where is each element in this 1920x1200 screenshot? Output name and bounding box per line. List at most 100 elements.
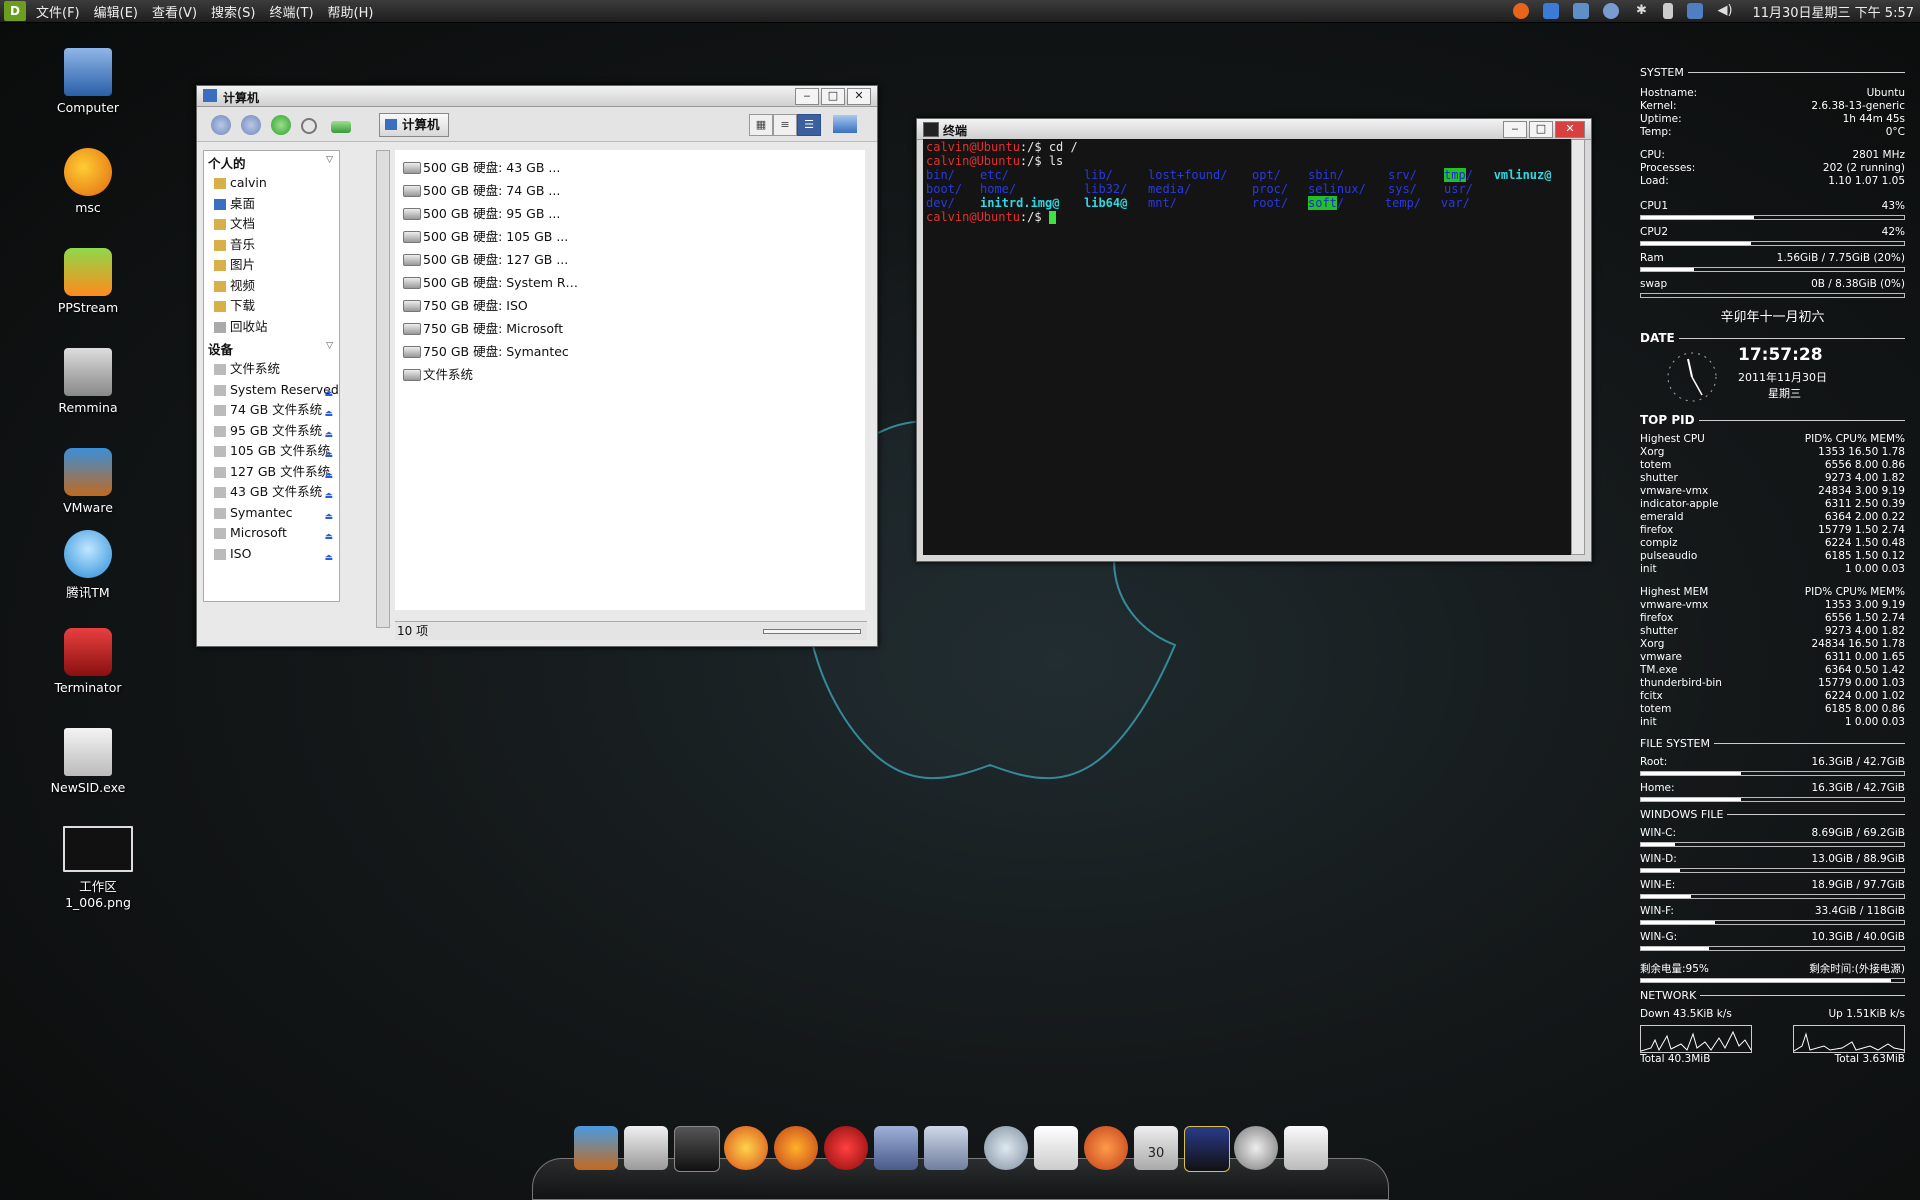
- calendar-icon[interactable]: 30: [1134, 1126, 1178, 1170]
- document-icon[interactable]: [1034, 1126, 1078, 1170]
- search-icon[interactable]: [984, 1126, 1028, 1170]
- terminal-icon[interactable]: [674, 1126, 720, 1172]
- sidebar-item-desktop[interactable]: 桌面: [204, 194, 339, 215]
- sidebar-item-videos[interactable]: 视频: [204, 276, 339, 297]
- sidebar-header-personal[interactable]: 个人的 ▽: [204, 151, 339, 173]
- flame-icon[interactable]: [724, 1126, 768, 1170]
- eject-icon[interactable]: ⏏: [324, 548, 333, 568]
- sidebar-item-documents[interactable]: 文档: [204, 214, 339, 235]
- firefox-tray-icon[interactable]: [1513, 3, 1530, 19]
- zoom-slider[interactable]: [763, 629, 861, 634]
- desktop-icon-ppstream[interactable]: PPStream: [38, 248, 138, 315]
- menu-edit[interactable]: 编辑(E): [94, 2, 138, 21]
- list-item[interactable]: 500 GB 硬盘: 74 GB ...: [395, 179, 865, 202]
- clock[interactable]: 11月30日星期三 下午 5:57: [1752, 2, 1914, 21]
- list-item[interactable]: 750 GB 硬盘: Microsoft: [395, 317, 865, 340]
- chevron-down-icon[interactable]: ▽: [326, 155, 333, 165]
- sidebar-item-trash[interactable]: 回收站: [204, 317, 339, 338]
- app-logo-icon[interactable]: D: [4, 1, 26, 21]
- list-view-button[interactable]: ≡: [773, 114, 797, 136]
- sidebar-item-device[interactable]: Microsoft ⏏: [204, 523, 339, 544]
- tools-icon[interactable]: [924, 1126, 968, 1170]
- back-icon[interactable]: [211, 115, 231, 135]
- sidebar-scrollbar[interactable]: [376, 150, 390, 628]
- ubuntu-icon[interactable]: [1084, 1126, 1128, 1170]
- sidebar-item-device[interactable]: 95 GB 文件系统 ⏏: [204, 421, 339, 442]
- sidebar-item-device[interactable]: 105 GB 文件系统 ⏏: [204, 441, 339, 462]
- terminal-scrollbar[interactable]: [1571, 139, 1585, 555]
- list-item[interactable]: 500 GB 硬盘: 95 GB ...: [395, 202, 865, 225]
- computer-icon[interactable]: [833, 115, 857, 133]
- desktop-icon-newsid[interactable]: NewSID.exe: [38, 728, 138, 795]
- location-button[interactable]: 计算机: [379, 113, 449, 137]
- list-item[interactable]: 500 GB 硬盘: 43 GB ...: [395, 156, 865, 179]
- sidebar-item-device[interactable]: 127 GB 文件系统 ⏏: [204, 462, 339, 483]
- mail-icon[interactable]: [1284, 1126, 1328, 1170]
- desktop-icon-computer[interactable]: Computer: [38, 48, 138, 115]
- power-tray-icon[interactable]: [1663, 3, 1674, 19]
- stat-row: swap 0B / 8.38GiB (0%): [1640, 278, 1905, 290]
- network-tray-icon[interactable]: [1573, 3, 1590, 19]
- search-icon[interactable]: [301, 118, 317, 134]
- table-row: vmware-vmx 1353 3.00 9.19: [1640, 599, 1905, 611]
- sidebar-item-device[interactable]: 文件系统: [204, 359, 339, 380]
- maximize-button[interactable]: □: [1529, 121, 1553, 138]
- sidebar-item-device[interactable]: System Reserved ⏏: [204, 380, 339, 401]
- menu-view[interactable]: 查看(V): [152, 2, 197, 21]
- list-item[interactable]: 500 GB 硬盘: 127 GB ...: [395, 248, 865, 271]
- desktop-icon-remmina[interactable]: Remmina: [38, 348, 138, 415]
- terminal-output[interactable]: calvin@Ubuntu:/$ cd / calvin@Ubuntu:/$ l…: [923, 139, 1573, 555]
- power-icon[interactable]: [1234, 1126, 1278, 1170]
- icon-view-button[interactable]: ▦: [749, 114, 773, 136]
- go-icon[interactable]: [331, 121, 351, 133]
- list-item[interactable]: 500 GB 硬盘: 105 GB ...: [395, 225, 865, 248]
- vmware-icon[interactable]: [574, 1126, 618, 1170]
- desktop-icon-tm[interactable]: 腾讯TM: [38, 530, 138, 601]
- firefox-icon[interactable]: [774, 1126, 818, 1170]
- minimize-button[interactable]: ‒: [795, 88, 819, 105]
- menu-help[interactable]: 帮助(H): [328, 2, 374, 21]
- cpu-ram-monitor-icon[interactable]: [1184, 1126, 1230, 1172]
- sidebar-item-device[interactable]: Symantec ⏏: [204, 503, 339, 524]
- menu-terminal[interactable]: 终端(T): [269, 2, 313, 21]
- menu-search[interactable]: 搜索(S): [211, 2, 255, 21]
- chevron-down-icon[interactable]: ▽: [326, 341, 333, 351]
- compact-view-button[interactable]: ☰: [797, 114, 821, 136]
- update-tray-icon[interactable]: [1543, 3, 1560, 19]
- terminal-titlebar[interactable]: 终端 ‒ □ ✕: [917, 119, 1591, 140]
- indicator-tray-icon[interactable]: [1603, 3, 1620, 19]
- desktop-icon-msc[interactable]: msc: [38, 148, 138, 215]
- list-item[interactable]: 750 GB 硬盘: Symantec: [395, 340, 865, 363]
- list-item[interactable]: 文件系统: [395, 363, 865, 386]
- desktop-icon-terminator[interactable]: Terminator: [38, 628, 138, 695]
- close-button[interactable]: ✕: [847, 88, 871, 105]
- close-button[interactable]: ✕: [1555, 121, 1585, 138]
- sidebar-item-home[interactable]: calvin: [204, 173, 339, 194]
- reload-icon[interactable]: [271, 115, 291, 135]
- file-manager-titlebar[interactable]: 计算机 ‒ □ ✕: [197, 86, 877, 107]
- sidebar-item-downloads[interactable]: 下载: [204, 296, 339, 317]
- list-item[interactable]: 500 GB 硬盘: System R…: [395, 271, 865, 294]
- trash-icon: [214, 321, 226, 333]
- sidebar-item-device[interactable]: 74 GB 文件系统 ⏏: [204, 400, 339, 421]
- minimize-button[interactable]: ‒: [1503, 121, 1527, 138]
- drive-icon: [403, 254, 421, 266]
- sidebar-item-device[interactable]: ISO ⏏: [204, 544, 339, 565]
- sidebar-item-device[interactable]: 43 GB 文件系统 ⏏: [204, 482, 339, 503]
- bluetooth-icon[interactable]: ✱: [1633, 3, 1649, 19]
- home-icon[interactable]: [624, 1126, 668, 1170]
- display-tray-icon[interactable]: [1687, 3, 1704, 19]
- desktop-icon-vmware[interactable]: VMware: [38, 448, 138, 515]
- maximize-button[interactable]: □: [821, 88, 845, 105]
- sidebar-header-devices[interactable]: 设备 ▽: [204, 337, 339, 359]
- volume-icon[interactable]: ◀): [1717, 3, 1733, 19]
- forward-icon[interactable]: [241, 115, 261, 135]
- ram-bar: [1640, 267, 1905, 272]
- desktop-icon-screenshot[interactable]: 工作区 1_006.png: [48, 826, 148, 910]
- sidebar-item-music[interactable]: 音乐: [204, 235, 339, 256]
- menu-file[interactable]: 文件(F): [36, 2, 80, 21]
- opera-icon[interactable]: [824, 1126, 868, 1170]
- app-icon[interactable]: [874, 1126, 918, 1170]
- list-item[interactable]: 750 GB 硬盘: ISO: [395, 294, 865, 317]
- sidebar-item-pictures[interactable]: 图片: [204, 255, 339, 276]
